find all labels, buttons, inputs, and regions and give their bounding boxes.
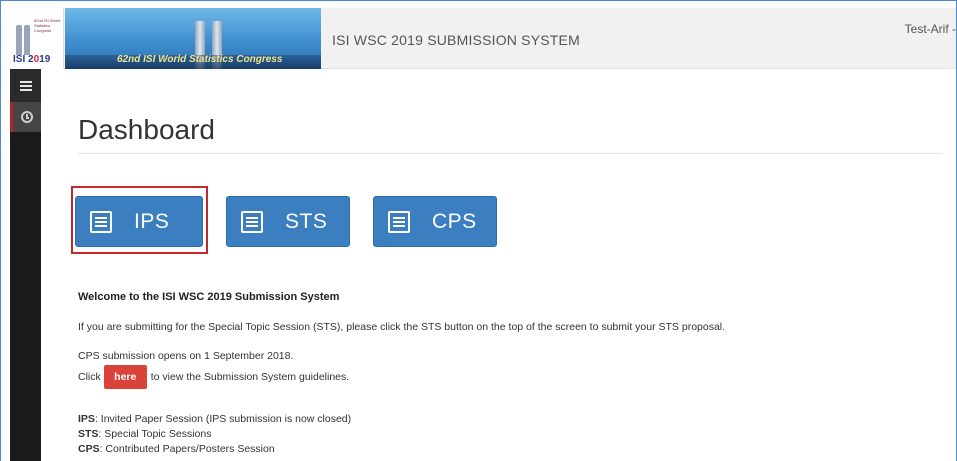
abbr-ips: IPS: Invited Paper Session (IPS submissi… [78, 413, 352, 425]
ips-button-label: IPS [134, 209, 170, 233]
sidebar-item-dashboard[interactable] [10, 102, 41, 132]
abbr-cps: CPS: Contributed Papers/Posters Session [78, 443, 275, 455]
system-title: ISI WSC 2019 SUBMISSION SYSTEM [332, 32, 580, 48]
welcome-heading: Welcome to the ISI WSC 2019 Submission S… [78, 291, 340, 303]
top-header: 62nd ISI World Statistics Congress ISI 2… [10, 8, 956, 69]
sts-button[interactable]: STS [226, 196, 350, 247]
sts-notice: If you are submitting for the Special To… [78, 321, 726, 333]
banner-text: 62nd ISI World Statistics Congress [117, 54, 283, 65]
logo-tower-left [16, 25, 22, 55]
sidebar-toggle-button[interactable] [10, 69, 41, 102]
hamburger-icon [19, 80, 32, 91]
click-suffix: to view the Submission System guidelines… [150, 371, 350, 383]
sidebar [10, 69, 41, 461]
user-menu[interactable]: Test-Arif - [905, 22, 956, 36]
logo-brand: ISI 2019 [13, 54, 51, 65]
logo-tower-right [24, 25, 30, 55]
abbr-sts: STS: Special Topic Sessions [78, 428, 212, 440]
page-title: Dashboard [78, 114, 215, 145]
click-prefix: Click [78, 371, 101, 383]
ips-button[interactable]: IPS [75, 196, 203, 247]
app-window: 62nd ISI World Statistics Congress ISI 2… [0, 0, 957, 461]
here-button[interactable]: here [103, 365, 147, 389]
guidelines-line: Click here to view the Submission System… [78, 365, 349, 389]
form-icon [241, 210, 263, 233]
clock-icon [21, 111, 33, 123]
title-divider [78, 153, 942, 154]
form-icon [388, 210, 410, 233]
congress-banner: 62nd ISI World Statistics Congress [65, 8, 321, 69]
form-icon [90, 210, 112, 233]
isi-logo[interactable]: 62nd ISI World Statistics Congress ISI 2… [10, 8, 64, 69]
cps-button[interactable]: CPS [373, 196, 497, 247]
cps-button-label: CPS [432, 209, 477, 233]
logo-small-text: 62nd ISI World Statistics Congress [34, 18, 61, 33]
cps-notice: CPS submission opens on 1 September 2018… [78, 350, 294, 362]
sts-button-label: STS [285, 209, 328, 233]
